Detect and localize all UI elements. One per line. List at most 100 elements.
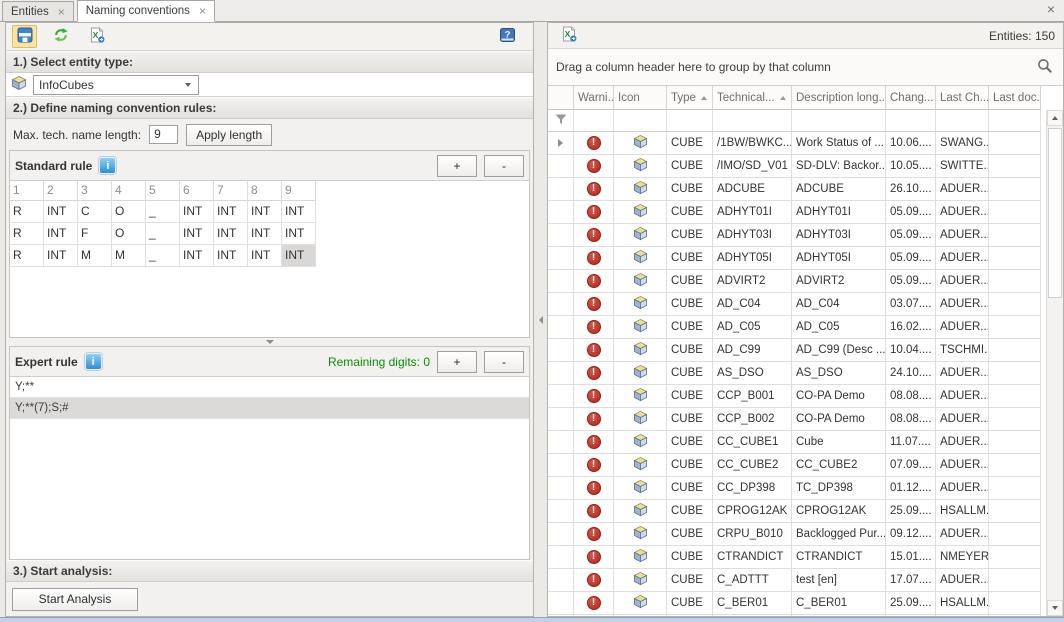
filter-cell[interactable] <box>792 110 886 132</box>
technical-name-cell[interactable]: C_BER01 <box>713 592 792 615</box>
technical-name-cell[interactable]: /1BW/BWKC... <box>713 132 792 155</box>
row-selector-cell[interactable] <box>548 224 574 247</box>
description-cell[interactable]: ADHYT03I <box>792 224 886 247</box>
table-row[interactable]: CUBE ADHYT01I ADHYT01I 05.09.... ADUER..… <box>548 201 1046 224</box>
changed-date-cell[interactable]: 03.07.... <box>886 293 936 316</box>
type-cell[interactable]: CUBE <box>667 569 713 592</box>
description-cell[interactable]: AD_C99 (Desc ... <box>792 339 886 362</box>
scroll-down-button[interactable] <box>1047 600 1063 616</box>
warning-cell[interactable] <box>574 569 614 592</box>
last-changed-by-cell[interactable]: ADUER... <box>936 224 989 247</box>
row-selector-cell[interactable] <box>548 569 574 592</box>
description-cell[interactable]: AD_C05 <box>792 316 886 339</box>
rule-cell[interactable]: M <box>112 245 146 267</box>
rule-cell[interactable]: INT <box>214 245 248 267</box>
warning-cell[interactable] <box>574 201 614 224</box>
rule-cell[interactable]: INT <box>180 201 214 223</box>
column-header-last-doc[interactable]: Last doc. <box>989 86 1041 110</box>
row-selector-cell[interactable] <box>548 247 574 270</box>
last-doc-cell[interactable] <box>989 362 1041 385</box>
last-doc-cell[interactable] <box>989 316 1041 339</box>
icon-cell[interactable] <box>614 523 667 546</box>
row-selector-cell[interactable] <box>548 362 574 385</box>
description-cell[interactable]: TC_DP398 <box>792 477 886 500</box>
filter-cell[interactable] <box>886 110 936 132</box>
technical-name-cell[interactable]: ADVIRT2 <box>713 270 792 293</box>
last-changed-by-cell[interactable]: ADUER... <box>936 362 989 385</box>
type-cell[interactable]: CUBE <box>667 155 713 178</box>
description-cell[interactable]: CO-PA Demo <box>792 385 886 408</box>
changed-date-cell[interactable]: 17.07.... <box>886 569 936 592</box>
rule-cell[interactable]: INT <box>248 245 282 267</box>
rule-cell[interactable]: _ <box>146 245 180 267</box>
description-cell[interactable]: Backlogged Pur... <box>792 523 886 546</box>
table-row[interactable]: CUBE CC_CUBE1 Cube 11.07.... ADUER... <box>548 431 1046 454</box>
description-cell[interactable]: ADCUBE <box>792 178 886 201</box>
last-changed-by-cell[interactable]: ADUER... <box>936 523 989 546</box>
technical-name-cell[interactable]: AS_DSO <box>713 362 792 385</box>
technical-name-cell[interactable]: CRPU_B010 <box>713 523 792 546</box>
rule-cell[interactable]: F <box>78 223 112 245</box>
icon-cell[interactable] <box>614 339 667 362</box>
filter-cell[interactable] <box>713 110 792 132</box>
changed-date-cell[interactable]: 10.05.... <box>886 155 936 178</box>
column-header-type[interactable]: Type <box>667 86 713 110</box>
table-row[interactable]: CUBE AS_DSO AS_DSO 24.10.... ADUER... <box>548 362 1046 385</box>
technical-name-cell[interactable]: CTRANDICT <box>713 546 792 569</box>
technical-name-cell[interactable]: CC_CUBE1 <box>713 431 792 454</box>
table-row[interactable]: CUBE CTRANDICT CTRANDICT 15.01.... NMEYE… <box>548 546 1046 569</box>
info-icon[interactable]: i <box>85 353 102 370</box>
table-row[interactable]: CUBE CC_CUBE2 CC_CUBE2 07.09.... ADUER..… <box>548 454 1046 477</box>
warning-cell[interactable] <box>574 224 614 247</box>
icon-cell[interactable] <box>614 385 667 408</box>
changed-date-cell[interactable]: 01.12.... <box>886 477 936 500</box>
column-header[interactable]: 1 <box>10 181 44 201</box>
scroll-up-button[interactable] <box>1047 110 1063 126</box>
rule-cell[interactable]: INT <box>214 223 248 245</box>
type-cell[interactable]: CUBE <box>667 431 713 454</box>
rule-cell[interactable]: R <box>10 245 44 267</box>
last-doc-cell[interactable] <box>989 523 1041 546</box>
description-cell[interactable]: ADHYT01I <box>792 201 886 224</box>
row-selector-cell[interactable] <box>548 270 574 293</box>
column-header-last-changed[interactable]: Last Ch... <box>936 86 989 110</box>
filter-cell[interactable] <box>667 110 713 132</box>
description-cell[interactable]: CC_CUBE2 <box>792 454 886 477</box>
icon-cell[interactable] <box>614 201 667 224</box>
column-header[interactable]: 8 <box>248 181 282 201</box>
rule-cell[interactable]: R <box>10 201 44 223</box>
last-changed-by-cell[interactable]: TSCHMI... <box>936 339 989 362</box>
last-doc-cell[interactable] <box>989 201 1041 224</box>
last-doc-cell[interactable] <box>989 477 1041 500</box>
row-selector-cell[interactable] <box>548 339 574 362</box>
apply-length-button[interactable]: Apply length <box>186 124 272 146</box>
column-header[interactable]: 3 <box>78 181 112 201</box>
changed-date-cell[interactable]: 16.02.... <box>886 316 936 339</box>
horizontal-splitter[interactable] <box>6 338 533 346</box>
table-row[interactable]: CUBE AD_C05 AD_C05 16.02.... ADUER... <box>548 316 1046 339</box>
warning-cell[interactable] <box>574 247 614 270</box>
export-excel-button[interactable]: X <box>84 25 109 48</box>
table-row[interactable]: CUBE CPROG12AK CPROG12AK 25.09.... HSALL… <box>548 500 1046 523</box>
description-cell[interactable]: Cube <box>792 431 886 454</box>
technical-name-cell[interactable]: ADHYT05I <box>713 247 792 270</box>
column-header[interactable]: 2 <box>44 181 78 201</box>
type-cell[interactable]: CUBE <box>667 385 713 408</box>
filter-cell[interactable] <box>989 110 1041 132</box>
filter-cell[interactable] <box>936 110 989 132</box>
rule-cell[interactable]: R <box>10 223 44 245</box>
last-doc-cell[interactable] <box>989 408 1041 431</box>
changed-date-cell[interactable]: 05.09.... <box>886 201 936 224</box>
type-cell[interactable]: CUBE <box>667 201 713 224</box>
icon-cell[interactable] <box>614 293 667 316</box>
row-selector-cell[interactable] <box>548 546 574 569</box>
type-cell[interactable]: CUBE <box>667 546 713 569</box>
changed-date-cell[interactable]: 26.10.... <box>886 178 936 201</box>
column-header-changed[interactable]: Chang... <box>886 86 936 110</box>
last-changed-by-cell[interactable]: ADUER... <box>936 408 989 431</box>
last-doc-cell[interactable] <box>989 454 1041 477</box>
column-header-description[interactable]: Description long... <box>792 86 886 110</box>
close-icon[interactable]: × <box>58 6 65 18</box>
warning-cell[interactable] <box>574 293 614 316</box>
table-row[interactable]: CUBE C_ADTTT test [en] 17.07.... ADUER..… <box>548 569 1046 592</box>
